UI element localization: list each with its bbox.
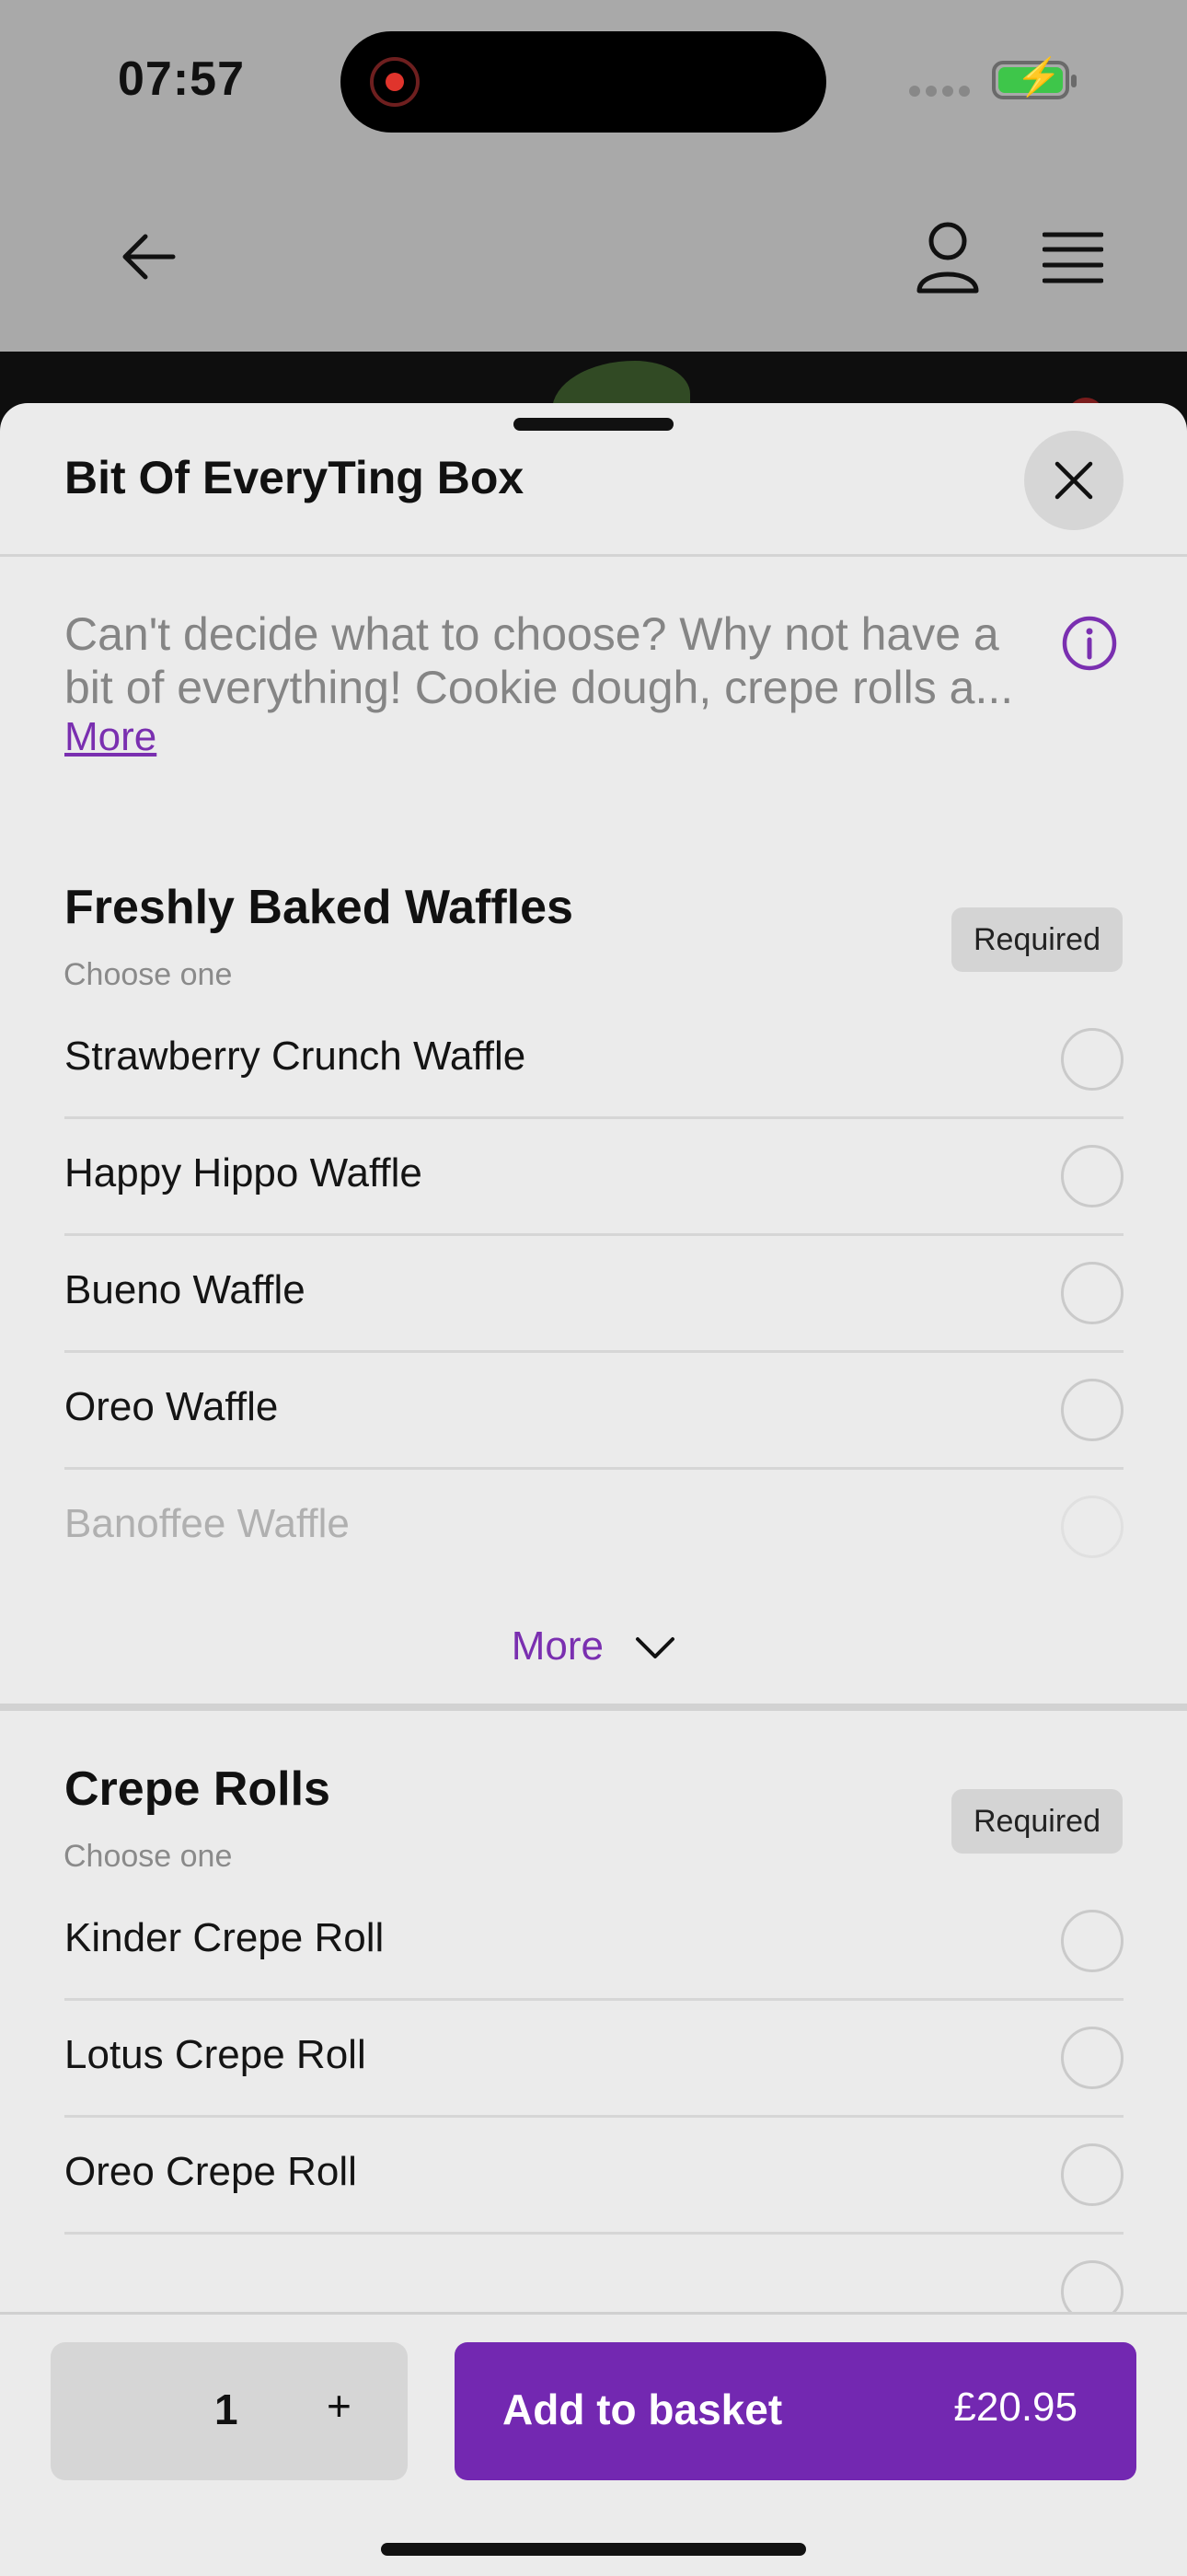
signal-icon [909, 85, 975, 101]
home-indicator[interactable] [381, 2543, 806, 2556]
quantity-increase-button[interactable]: + [327, 2381, 351, 2431]
option-radio[interactable] [1061, 2143, 1124, 2206]
back-arrow-icon[interactable] [120, 228, 177, 285]
battery-charging-icon: ⚡ [992, 59, 1077, 99]
option-radio[interactable] [1061, 1262, 1124, 1324]
bottom-action-bar: 1 + Add to basket £20.95 [0, 2312, 1187, 2576]
option-group-crepe-rolls: Crepe Rolls Choose one Required Kinder C… [0, 1762, 1187, 2332]
total-price: £20.95 [953, 2385, 1078, 2430]
add-to-basket-button[interactable]: Add to basket £20.95 [455, 2342, 1136, 2480]
option-radio[interactable] [1061, 1145, 1124, 1207]
dynamic-island [340, 31, 826, 133]
account-icon[interactable] [916, 221, 980, 295]
option-row[interactable]: Kinder Crepe Roll [64, 1885, 1124, 2001]
sheet-title: Bit Of EveryTing Box [64, 452, 524, 503]
required-badge: Required [951, 907, 1123, 972]
description-more-link[interactable]: More [64, 714, 156, 760]
option-label: Happy Hippo Waffle [64, 1150, 422, 1196]
info-icon[interactable] [1061, 615, 1118, 672]
required-badge: Required [951, 1789, 1123, 1854]
group-subtitle: Choose one [63, 957, 233, 992]
screen-recording-icon [370, 57, 420, 107]
option-label: Bueno Waffle [64, 1267, 305, 1312]
product-options-sheet: Bit Of EveryTing Box Can't decide what t… [0, 403, 1187, 2573]
close-button[interactable] [1024, 431, 1124, 530]
sheet-grabber[interactable] [513, 418, 674, 431]
status-time: 07:57 [118, 52, 245, 106]
quantity-stepper: 1 + [51, 2342, 408, 2480]
option-label: Strawberry Crunch Waffle [64, 1034, 526, 1079]
option-label: Banoffee Waffle [64, 1501, 350, 1546]
option-radio[interactable] [1061, 1910, 1124, 1972]
group-title: Crepe Rolls [64, 1762, 330, 1816]
option-radio[interactable] [1061, 1496, 1124, 1558]
option-row[interactable]: Bueno Waffle [64, 1237, 1124, 1353]
option-row[interactable]: Oreo Crepe Roll [64, 2119, 1124, 2235]
quantity-value: 1 [214, 2385, 238, 2433]
option-row[interactable]: Happy Hippo Waffle [64, 1120, 1124, 1236]
option-label: Oreo Waffle [64, 1384, 279, 1429]
header-divider [0, 554, 1187, 557]
option-label: Oreo Crepe Roll [64, 2149, 357, 2194]
chevron-down-icon [636, 1637, 675, 1659]
top-navigation [0, 166, 1187, 350]
option-row[interactable]: Strawberry Crunch Waffle [64, 1003, 1124, 1119]
option-group-waffles: Freshly Baked Waffles Choose one Require… [0, 880, 1187, 1558]
menu-icon[interactable] [1043, 232, 1103, 283]
product-description: Can't decide what to choose? Why not hav… [64, 608, 1014, 713]
close-icon [1054, 461, 1093, 500]
add-to-basket-label: Add to basket [502, 2385, 783, 2433]
option-row[interactable]: Oreo Waffle [64, 1354, 1124, 1470]
option-row[interactable]: Lotus Crepe Roll [64, 2002, 1124, 2118]
option-radio[interactable] [1061, 1379, 1124, 1441]
option-label: Lotus Crepe Roll [64, 2032, 366, 2077]
show-more-options-button[interactable]: More [0, 1623, 1187, 1669]
option-radio[interactable] [1061, 2027, 1124, 2089]
group-divider [0, 1704, 1187, 1711]
option-row[interactable]: Banoffee Waffle [64, 1471, 1124, 1587]
option-label: Kinder Crepe Roll [64, 1915, 385, 1960]
group-subtitle: Choose one [63, 1839, 233, 1874]
group-title: Freshly Baked Waffles [64, 881, 573, 934]
option-radio[interactable] [1061, 1028, 1124, 1091]
status-bar: 07:57 ⚡ [0, 0, 1187, 166]
show-more-label: More [511, 1623, 604, 1669]
